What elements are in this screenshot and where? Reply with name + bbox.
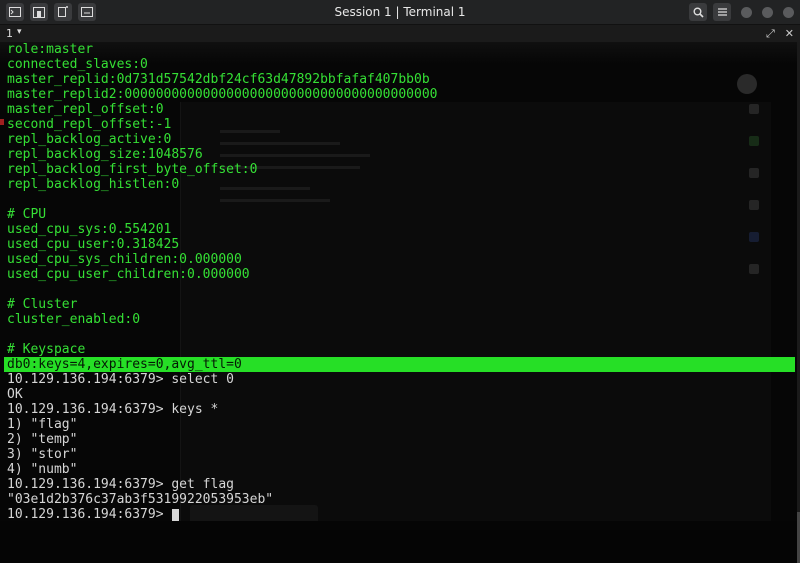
prompt-line: 4) "numb" [7, 462, 78, 477]
tab-session-1[interactable]: 1 [6, 27, 13, 40]
output-line: master_repl_offset:0 [7, 102, 164, 117]
terminal-output[interactable]: role:master connected_slaves:0 master_repl… [0, 42, 797, 521]
prompt-line: 10.129.136.194:6379> select 0 [7, 372, 234, 387]
background-sidebar [735, 82, 775, 502]
output-line: repl_backlog_first_byte_offset:0 [7, 162, 258, 177]
output-line: used_cpu_user_children:0.000000 [7, 267, 250, 282]
output-line: used_cpu_user:0.318425 [7, 237, 180, 252]
output-line: master_replid:0d731d57542dbf24cf63d47892… [7, 72, 430, 87]
prompt-line: OK [7, 387, 23, 402]
blank-line [7, 327, 437, 342]
blank-line [7, 192, 437, 207]
terminal-lines: role:master connected_slaves:0 master_repl… [7, 42, 437, 521]
window-titlebar: Session 1 | Terminal 1 [0, 0, 800, 25]
output-line: connected_slaves:0 [7, 57, 148, 72]
background-marker [0, 119, 4, 125]
output-line: used_cpu_sys:0.554201 [7, 222, 172, 237]
prompt-line: 1) "flag" [7, 417, 78, 432]
window-title: Session 1 | Terminal 1 [334, 5, 466, 19]
output-line: role:master [7, 42, 94, 57]
output-line: repl_backlog_histlen:0 [7, 177, 180, 192]
prompt-line: 2) "temp" [7, 432, 78, 447]
tab-bar: 1 ▾ ⤢ ✕ [0, 25, 800, 42]
output-line: # Cluster [7, 297, 78, 312]
prompt-line: 10.129.136.194:6379> get flag [7, 477, 234, 492]
close-tab-icon[interactable]: ✕ [785, 27, 794, 41]
output-line: cluster_enabled:0 [7, 312, 141, 327]
output-line: db0:keys=4,expires=0,avg_ttl=0 [7, 357, 242, 372]
minimize-dot[interactable] [741, 6, 752, 18]
search-icon[interactable] [689, 3, 707, 21]
output-line: second_repl_offset:-1 [7, 117, 172, 132]
expand-icon[interactable]: ⤢ [766, 27, 775, 41]
prompt-line: 10.129.136.194:6379> keys * [7, 402, 219, 417]
output-line: repl_backlog_active:0 [7, 132, 172, 147]
output-line: used_cpu_sys_children:0.000000 [7, 252, 242, 267]
text-cursor [172, 508, 180, 521]
prompt-line: 3) "stor" [7, 447, 78, 462]
output-line: repl_backlog_size:1048576 [7, 147, 203, 162]
prompt-line: "03e1d2b376c37ab3f5319922053953eb" [7, 492, 274, 507]
output-line: # Keyspace [7, 342, 86, 357]
blank-line [7, 282, 437, 297]
tab-dropdown-icon[interactable]: ▾ [17, 27, 22, 37]
prompt-line: 10.129.136.194:6379> [7, 507, 437, 521]
close-dot[interactable] [783, 6, 794, 18]
menu-icon[interactable] [713, 3, 731, 21]
output-line: # CPU [7, 207, 47, 222]
output-line: master_replid2:0000000000000000000000000… [7, 87, 438, 102]
maximize-dot[interactable] [762, 6, 773, 18]
